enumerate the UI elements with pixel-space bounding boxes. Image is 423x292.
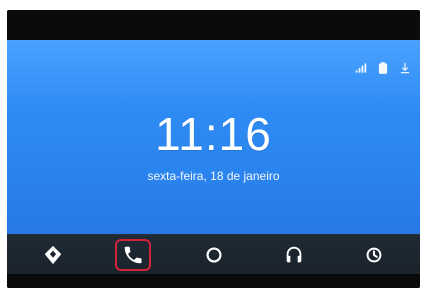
navigation-icon [42,244,64,266]
nav-phone-button[interactable] [113,235,153,275]
home-circle-icon [203,244,225,266]
top-bezel [7,10,420,40]
nav-home-button[interactable] [194,235,234,275]
battery-icon [376,61,390,78]
clock-date: sexta-feira, 18 de janeiro [147,169,280,183]
clock-time: 11:16 [155,108,272,160]
phone-icon [122,244,144,266]
android-auto-screen: 11:16 sexta-feira, 18 de janeiro [7,10,420,288]
nav-navigation-button[interactable] [33,235,73,275]
signal-wifi-icon [354,61,368,78]
bottom-navigation-bar [7,234,420,274]
nav-music-button[interactable] [274,235,314,275]
bottom-bezel [7,274,420,288]
download-icon [398,61,412,78]
device-frame: 11:16 sexta-feira, 18 de janeiro [0,0,423,292]
status-bar [354,61,412,78]
headphones-icon [283,244,305,266]
recent-clock-icon [363,244,385,266]
home-screen: 11:16 sexta-feira, 18 de janeiro [7,40,420,234]
nav-recent-button[interactable] [354,235,394,275]
